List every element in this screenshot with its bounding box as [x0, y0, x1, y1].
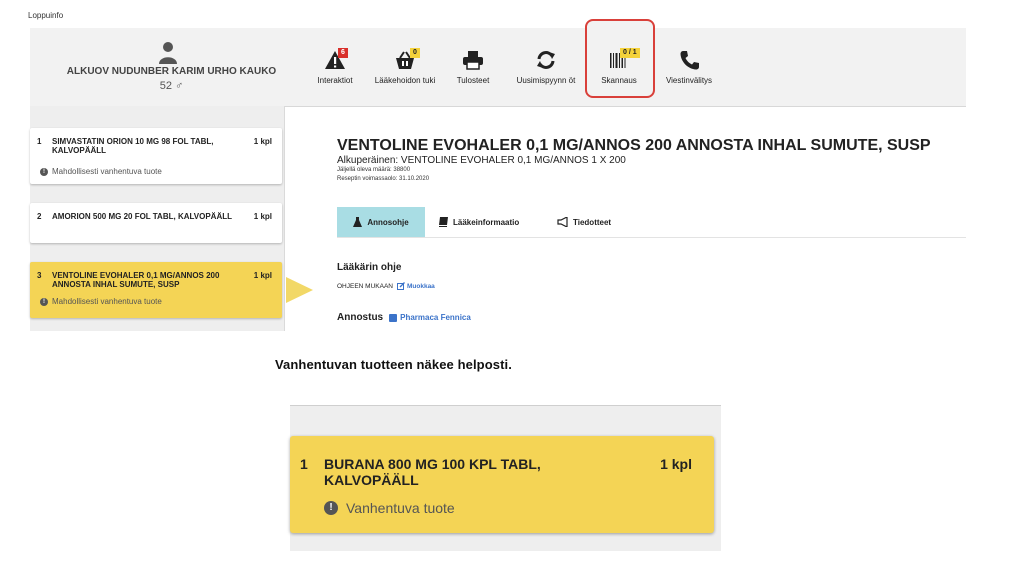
alert-icon: ! [324, 501, 338, 515]
alert-icon: ! [40, 297, 48, 306]
detail-tabs: Annosohje Lääkeinformaatio Tiedotteet [337, 207, 966, 238]
laakehoidon-badge: 0 [410, 48, 420, 58]
doctor-instructions-heading: Lääkärin ohje [337, 262, 402, 273]
item-quantity: 1 kpl [253, 212, 272, 221]
edit-icon [396, 282, 405, 290]
tool-label: Tulosteet [456, 76, 490, 85]
tool-skannaus[interactable]: 0 / 1 Skannaus [590, 28, 648, 106]
item-name: BURANA 800 MG 100 KPL TABL, KALVOPÄÄLL [324, 456, 541, 488]
book-icon [439, 217, 448, 227]
tool-label: Interaktiot [317, 76, 353, 85]
pharmaca-link-text: Pharmaca Fennica [400, 313, 471, 322]
edit-link-text: Muokkaa [406, 282, 435, 290]
tool-label: Skannaus [601, 76, 637, 85]
item-warning: ! Mahdollisesti vanhentuva tuote [40, 297, 162, 306]
tool-laakehoidon-tuki[interactable]: 0 Lääkehoidon tuki [374, 28, 436, 106]
tab-label: Tiedotteet [573, 217, 612, 227]
selection-arrow [286, 277, 313, 303]
interaktiot-badge: 6 [338, 48, 348, 58]
item-number: 1 [37, 137, 42, 146]
tab-tiedotteet[interactable]: Tiedotteet [557, 207, 637, 237]
toolbar: 6 Interaktiot 0 Lääkehoidon tuki Tuloste… [30, 28, 966, 106]
item-number: 1 [300, 456, 308, 472]
item-name: SIMVASTATIN ORION 10 MG 98 FOL TABL, KAL… [52, 137, 214, 155]
item-number: 3 [37, 271, 42, 280]
printer-icon [463, 51, 483, 70]
item-name: VENTOLINE EVOHALER 0,1 MG/ANNOS 200 ANNO… [52, 271, 220, 289]
tool-label: Uusimispyynn öt [516, 76, 576, 85]
tool-uusimispyynnot[interactable]: Uusimispyynn öt [514, 28, 578, 106]
product-title: VENTOLINE EVOHALER 0,1 MG/ANNOS 200 ANNO… [337, 137, 931, 154]
original-product: Alkuperäinen: VENTOLINE EVOHALER 0,1 MG/… [337, 155, 626, 166]
item-quantity: 1 kpl [660, 456, 692, 472]
warning-text: Mahdollisesti vanhentuva tuote [52, 167, 162, 176]
item-quantity: 1 kpl [253, 271, 272, 280]
tool-viestinvalitys[interactable]: Viestinvälitys [660, 28, 718, 106]
edit-link[interactable]: Muokkaa [396, 282, 435, 290]
tab-annosohje[interactable]: Annosohje [337, 207, 425, 237]
warning-text: Mahdollisesti vanhentuva tuote [52, 297, 162, 306]
warning-text: Vanhentuva tuote [346, 500, 455, 516]
item-name: AMORION 500 MG 20 FOL TABL, KALVOPÄÄLL [52, 212, 233, 221]
caption-text: Vanhentuvan tuotteen näkee helposti. [275, 357, 512, 372]
dosage-section: Annostus Pharmaca Fennica [337, 312, 471, 323]
doctor-instructions-text: OHJEEN MUKAAN [337, 282, 393, 290]
tool-interaktiot[interactable]: 6 Interaktiot [306, 28, 364, 106]
tab-laakeinformaatio[interactable]: Lääkeinformaatio [439, 207, 539, 237]
phone-icon [680, 51, 699, 70]
zoom-example: 1 BURANA 800 MG 100 KPL TABL, KALVOPÄÄLL… [290, 405, 721, 551]
remaining-amount: Jäljellä oleva määrä: 38800 [337, 167, 411, 173]
list-item[interactable]: 1 SIMVASTATIN ORION 10 MG 98 FOL TABL, K… [30, 128, 282, 184]
item-number: 2 [37, 212, 42, 221]
prescription-validity: Reseptin voimassaolo: 31.10.2020 [337, 176, 430, 182]
tab-label: Annosohje [367, 217, 409, 227]
alert-icon: ! [40, 167, 48, 176]
tool-label: Viestinvälitys [665, 76, 713, 85]
doctor-instructions: OHJEEN MUKAAN Muokkaa [337, 282, 435, 290]
dosage-heading: Annostus [337, 312, 384, 323]
tab-label: Lääkeinformaatio [453, 217, 520, 227]
list-item[interactable]: 2 AMORION 500 MG 20 FOL TABL, KALVOPÄÄLL… [30, 203, 282, 243]
flask-icon [353, 217, 363, 227]
item-warning: ! Vanhentuva tuote [324, 500, 455, 516]
external-link-icon [389, 313, 398, 322]
list-item-zoomed[interactable]: 1 BURANA 800 MG 100 KPL TABL, KALVOPÄÄLL… [290, 436, 714, 533]
item-warning: ! Mahdollisesti vanhentuva tuote [40, 167, 162, 176]
megaphone-icon [557, 217, 568, 227]
refresh-icon [537, 51, 555, 69]
skannaus-badge: 0 / 1 [620, 48, 640, 58]
list-item-selected[interactable]: 3 VENTOLINE EVOHALER 0,1 MG/ANNOS 200 AN… [30, 262, 282, 318]
pharmaca-link[interactable]: Pharmaca Fennica [389, 313, 471, 322]
prescription-list: 1 SIMVASTATIN ORION 10 MG 98 FOL TABL, K… [30, 106, 285, 331]
app-title: Loppuinfo [28, 11, 64, 20]
item-quantity: 1 kpl [253, 137, 272, 146]
tool-label: Lääkehoidon tuki [374, 76, 436, 85]
tool-tulosteet[interactable]: Tulosteet [448, 28, 498, 106]
